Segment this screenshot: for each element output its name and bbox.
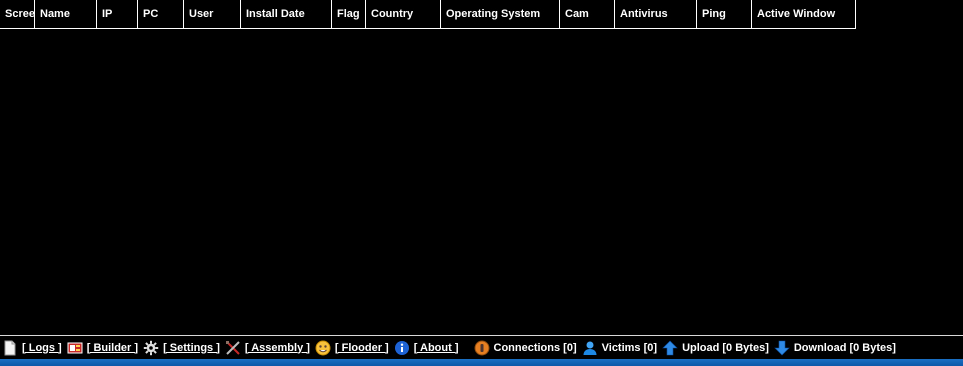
column-header-install-date[interactable]: Install Date (241, 0, 332, 28)
about-link[interactable]: [ About ] (414, 342, 459, 354)
user-icon (582, 340, 598, 356)
main-window: ScreenNameIPPCUserInstall DateFlagCountr… (0, 0, 963, 366)
column-header-flag[interactable]: Flag (332, 0, 366, 28)
column-header-screen[interactable]: Screen (0, 0, 35, 28)
column-header-name[interactable]: Name (35, 0, 97, 28)
column-header-operating-system[interactable]: Operating System (441, 0, 560, 28)
column-header-pc[interactable]: PC (138, 0, 184, 28)
assembly-link[interactable]: [ Assembly ] (245, 342, 310, 354)
connections-count: Connections [0] (493, 341, 577, 354)
column-header-cam[interactable]: Cam (560, 0, 615, 28)
column-header-country[interactable]: Country (366, 0, 441, 28)
logs-link[interactable]: [ Logs ] (22, 342, 62, 354)
column-header-ping[interactable]: Ping (697, 0, 752, 28)
assembly-tools-icon[interactable] (225, 340, 241, 356)
column-header-antivirus[interactable]: Antivirus (615, 0, 697, 28)
arrow-up-icon (662, 340, 678, 356)
flooder-icon[interactable] (315, 340, 331, 356)
settings-link[interactable]: [ Settings ] (163, 342, 220, 354)
victims-count: Victims [0] (601, 341, 658, 354)
column-header-user[interactable]: User (184, 0, 241, 28)
client-list[interactable] (0, 29, 963, 335)
download-stat: Download [0 Bytes] (793, 341, 896, 354)
upload-stat: Upload [0 Bytes] (682, 341, 769, 354)
builder-icon[interactable] (67, 340, 83, 356)
list-header: ScreenNameIPPCUserInstall DateFlagCountr… (0, 0, 856, 29)
info-icon[interactable] (394, 340, 410, 356)
connections-icon (474, 340, 490, 356)
column-header-ip[interactable]: IP (97, 0, 138, 28)
builder-link[interactable]: [ Builder ] (87, 342, 138, 354)
document-icon[interactable] (2, 340, 18, 356)
status-bar: [ Logs ] [ Builder ] [ Settings ] [ Asse… (0, 335, 963, 359)
bottom-strip (0, 359, 963, 366)
gear-icon[interactable] (143, 340, 159, 356)
flooder-link[interactable]: [ Flooder ] (335, 342, 389, 354)
column-header-active-window[interactable]: Active Window (752, 0, 855, 28)
arrow-down-icon (774, 340, 790, 356)
